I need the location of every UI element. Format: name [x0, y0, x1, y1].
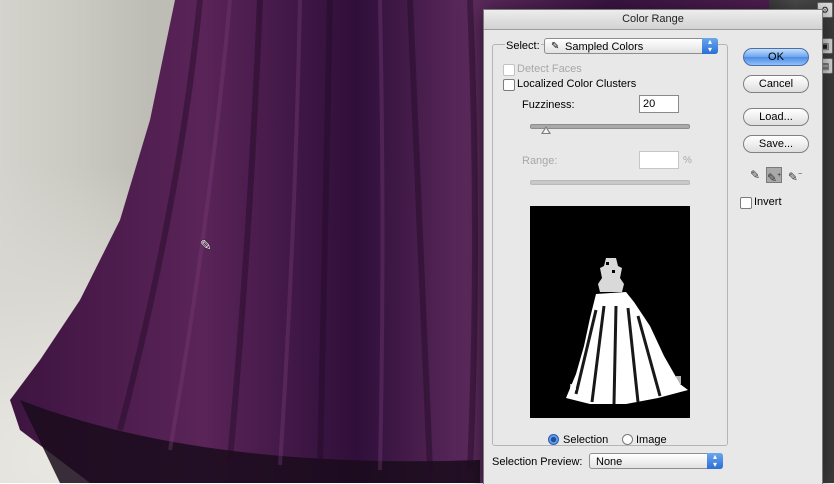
- invert-checkbox[interactable]: [740, 197, 752, 209]
- selection-preview-image: [530, 206, 690, 418]
- fuzziness-label: Fuzziness:: [522, 99, 575, 111]
- detect-faces-checkbox[interactable]: [503, 64, 515, 76]
- preview-image-label: Image: [636, 434, 667, 446]
- color-range-dialog: Color Range Select: ✎ Sampled Colors ▴ ▾ …: [483, 9, 823, 484]
- chevron-updown-icon: ▴ ▾: [707, 453, 723, 469]
- eyedropper-icon[interactable]: ✎: [747, 167, 763, 183]
- localized-clusters-label: Localized Color Clusters: [517, 78, 637, 90]
- localized-clusters-checkbox[interactable]: [503, 79, 515, 91]
- selection-preview-dropdown[interactable]: None ▴ ▾: [589, 453, 723, 469]
- eyedropper-plus-icon[interactable]: ✎+: [766, 167, 782, 185]
- selection-preview-label: Selection Preview:: [492, 456, 583, 468]
- range-unit: %: [683, 155, 692, 166]
- fuzziness-slider-thumb[interactable]: [540, 126, 551, 134]
- dialog-title: Color Range: [484, 10, 822, 30]
- save-button[interactable]: Save...: [743, 135, 809, 153]
- fuzziness-slider-track[interactable]: [530, 124, 690, 129]
- range-label: Range:: [522, 155, 558, 167]
- select-dropdown-value: Sampled Colors: [565, 41, 644, 53]
- cancel-button[interactable]: Cancel: [743, 75, 809, 93]
- select-label: Select:: [505, 40, 541, 52]
- eyedropper-minus-icon[interactable]: ✎−: [787, 167, 803, 184]
- ok-button[interactable]: OK: [743, 48, 809, 66]
- invert-label: Invert: [754, 196, 782, 208]
- selection-preview-value: None: [596, 456, 623, 468]
- eyedropper-cursor-icon: ✎: [200, 237, 212, 253]
- range-slider-track[interactable]: [530, 180, 690, 185]
- preview-selection-label: Selection: [563, 434, 609, 446]
- options-group: Select: ✎ Sampled Colors ▴ ▾ Detect Faces…: [492, 38, 728, 446]
- detect-faces-label: Detect Faces: [517, 63, 582, 75]
- chevron-updown-icon: ▴ ▾: [702, 38, 718, 54]
- range-input[interactable]: [639, 151, 679, 169]
- fuzziness-input[interactable]: 20: [639, 95, 679, 113]
- load-button[interactable]: Load...: [743, 108, 809, 126]
- preview-image-radio[interactable]: [622, 434, 633, 445]
- eyedropper-icon: ✎: [551, 41, 560, 52]
- preview-selection-radio[interactable]: [548, 434, 559, 445]
- select-dropdown[interactable]: ✎ Sampled Colors ▴ ▾: [544, 38, 718, 54]
